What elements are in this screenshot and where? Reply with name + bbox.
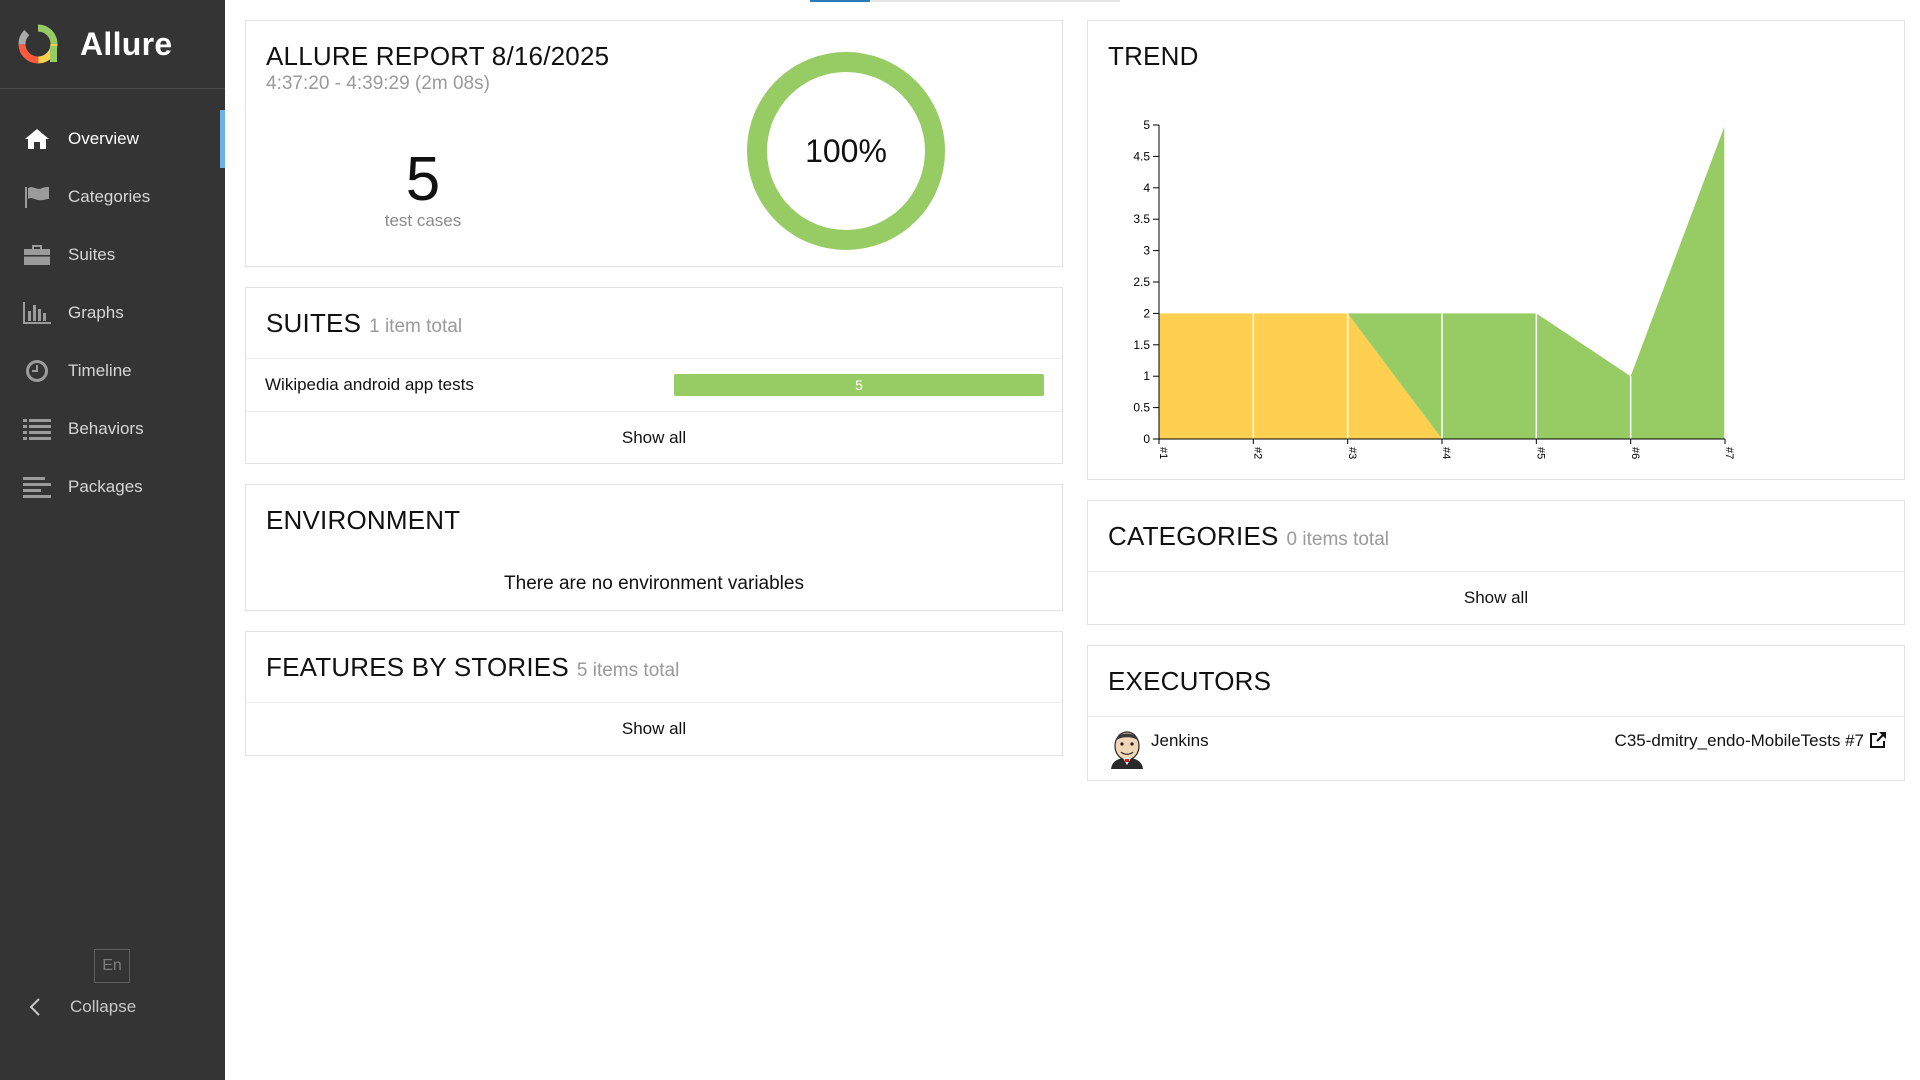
trend-y-tick-label: 3.5	[1133, 212, 1150, 226]
list-icon	[22, 416, 52, 442]
trend-x-tick-label[interactable]: #1	[1157, 447, 1169, 459]
flag-icon	[22, 184, 52, 210]
divider	[246, 411, 1062, 412]
report-title: ALLURE REPORT 8/16/2025	[266, 41, 610, 71]
trend-y-tick-label: 4.5	[1133, 149, 1150, 163]
sidebar-item-graphs[interactable]: Graphs	[0, 284, 225, 342]
sidebar-item-categories[interactable]: Categories	[0, 168, 225, 226]
executors-header: EXECUTORS	[1108, 666, 1271, 697]
collapse-label: Collapse	[70, 997, 137, 1016]
collapse-button[interactable]: Collapse	[28, 997, 136, 1017]
top-tab-strip	[810, 0, 1120, 2]
trend-x-tick-label[interactable]: #2	[1251, 447, 1263, 459]
brand[interactable]: Allure	[0, 0, 225, 89]
bar-chart-icon	[22, 300, 52, 326]
categories-show-all-link[interactable]: Show all	[1088, 588, 1904, 608]
allure-logo-icon	[18, 24, 58, 64]
test-count-label: test cases	[384, 211, 462, 230]
environment-empty-message: There are no environment variables	[504, 573, 804, 594]
language-button[interactable]: En	[94, 949, 130, 983]
sidebar-item-behaviors[interactable]: Behaviors	[0, 400, 225, 458]
main-content: ALLURE REPORT 8/16/2025 4:37:20 - 4:39:2…	[225, 0, 1920, 1080]
sidebar: Allure Overview Categories Suites Graphs…	[0, 0, 225, 1080]
suites-header: SUITES 1 item total	[266, 308, 462, 339]
briefcase-icon	[22, 242, 52, 268]
sidebar-item-label: Overview	[68, 129, 139, 148]
trend-y-tick-label: 1.5	[1133, 338, 1150, 352]
align-left-icon	[22, 474, 52, 500]
trend-y-tick-label: 0	[1143, 432, 1150, 446]
executors-title: EXECUTORS	[1108, 666, 1272, 696]
trend-y-tick-label: 3	[1143, 244, 1150, 258]
categories-header: CATEGORIES 0 items total	[1108, 521, 1389, 552]
chevron-left-icon	[29, 998, 40, 1016]
divider	[1088, 571, 1904, 572]
categories-count: 0 items total	[1286, 529, 1389, 550]
suites-show-all-link[interactable]: Show all	[246, 428, 1062, 448]
trend-x-tick-label[interactable]: #6	[1629, 447, 1641, 459]
jenkins-avatar-icon	[1111, 731, 1143, 769]
divider	[246, 702, 1062, 703]
trend-x-tick-label[interactable]: #4	[1440, 447, 1452, 459]
report-duration: 4:37:20 - 4:39:29 (2m 08s)	[266, 73, 490, 94]
trend-y-tick-label: 5	[1143, 118, 1150, 132]
sidebar-item-overview[interactable]: Overview	[0, 110, 225, 168]
environment-title: ENVIRONMENT	[266, 505, 461, 535]
features-show-all-link[interactable]: Show all	[246, 719, 1062, 739]
categories-widget: CATEGORIES 0 items total Show all	[1087, 500, 1905, 625]
sidebar-item-label: Suites	[68, 245, 116, 264]
pass-rate-label: 100%	[805, 132, 887, 169]
suites-title: SUITES	[266, 308, 362, 338]
sidebar-nav: Overview Categories Suites Graphs Timeli…	[0, 110, 225, 516]
clock-icon	[22, 358, 52, 384]
suites-widget: SUITES 1 item total Wikipedia android ap…	[245, 287, 1063, 464]
sidebar-item-label: Categories	[68, 187, 151, 206]
sidebar-item-timeline[interactable]: Timeline	[0, 342, 225, 400]
sidebar-item-label: Timeline	[68, 361, 132, 380]
trend-y-tick-label: 4	[1143, 181, 1150, 195]
features-title: FEATURES BY STORIES	[266, 652, 569, 682]
summary-widget: ALLURE REPORT 8/16/2025 4:37:20 - 4:39:2…	[245, 20, 1063, 267]
executor-name: Jenkins	[1151, 731, 1209, 750]
trend-y-tick-label: 0.5	[1133, 401, 1150, 415]
sidebar-item-suites[interactable]: Suites	[0, 226, 225, 284]
sidebar-item-packages[interactable]: Packages	[0, 458, 225, 516]
trend-widget: TREND 0 0.5 1 1.5 2 2.5 3 3.5 4 4.5 5 #1 #2 #3 #4 #5 #6 #…	[1087, 20, 1905, 480]
categories-title: CATEGORIES	[1108, 521, 1279, 551]
environment-header: ENVIRONMENT	[266, 505, 460, 536]
executors-widget: EXECUTORS Jenkins C35-dmitry_endo-Mobile…	[1087, 645, 1905, 781]
executor-build-link[interactable]: C35-dmitry_endo-MobileTests #7	[1615, 731, 1864, 751]
sidebar-item-label: Packages	[68, 477, 143, 496]
trend-x-tick-label[interactable]: #3	[1346, 447, 1358, 459]
trend-chart[interactable]: 0 0.5 1 1.5 2 2.5 3 3.5 4 4.5 5 #1 #2 #3 #4 #5 #6 #7	[1088, 21, 1906, 481]
executor-row: Jenkins C35-dmitry_endo-MobileTests #7	[1088, 717, 1904, 781]
suite-name: Wikipedia android app tests	[265, 375, 474, 394]
home-icon	[22, 126, 52, 152]
brand-name: Allure	[80, 25, 173, 62]
trend-y-tick-label: 2.5	[1133, 275, 1150, 289]
external-link-icon[interactable]	[1869, 731, 1887, 749]
trend-y-tick-label: 1	[1143, 369, 1150, 383]
features-header: FEATURES BY STORIES 5 items total	[266, 652, 679, 683]
suite-row[interactable]: Wikipedia android app tests 5	[246, 359, 1062, 411]
features-count: 5 items total	[576, 660, 680, 681]
sidebar-item-label: Behaviors	[68, 419, 144, 438]
suite-status-bar[interactable]: 5	[674, 374, 1044, 396]
trend-x-tick-label[interactable]: #7	[1723, 447, 1735, 459]
trend-y-tick-label: 2	[1143, 306, 1150, 320]
suites-count: 1 item total	[369, 316, 463, 337]
environment-widget: ENVIRONMENT There are no environment var…	[245, 484, 1063, 611]
features-widget: FEATURES BY STORIES 5 items total Show a…	[245, 631, 1063, 756]
sidebar-item-label: Graphs	[68, 303, 124, 322]
trend-x-tick-label[interactable]: #5	[1534, 447, 1546, 459]
top-tab-indicator	[810, 0, 870, 2]
test-count: 5	[405, 145, 441, 214]
